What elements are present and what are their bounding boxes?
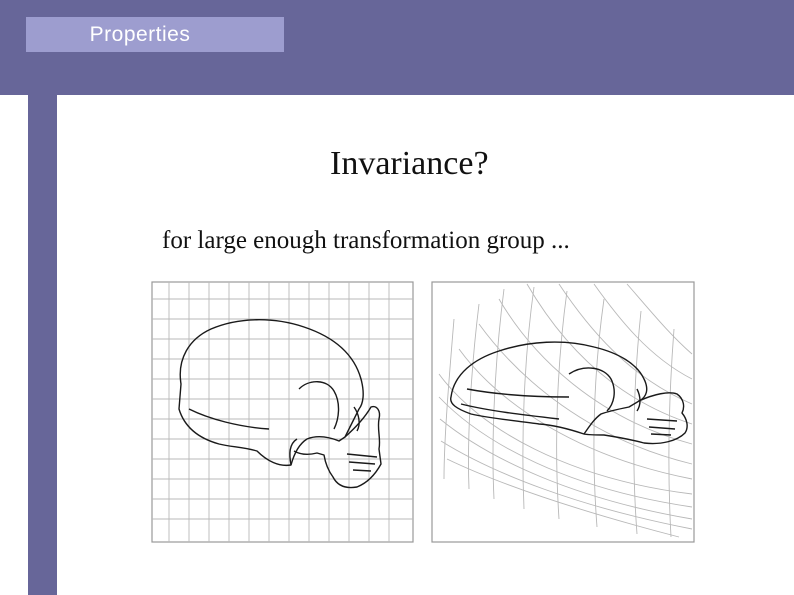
left-stripe: [28, 95, 57, 595]
section-tab-label: Properties: [89, 22, 191, 46]
right-warped-panel: [431, 281, 695, 543]
slide-subtitle: for large enough transformation group ..…: [162, 227, 570, 254]
section-tab[interactable]: Properties: [26, 17, 284, 52]
skull-transformation-figure: [151, 281, 695, 543]
left-grid-panel: [151, 281, 414, 543]
slide-title: Invariance?: [330, 145, 489, 182]
